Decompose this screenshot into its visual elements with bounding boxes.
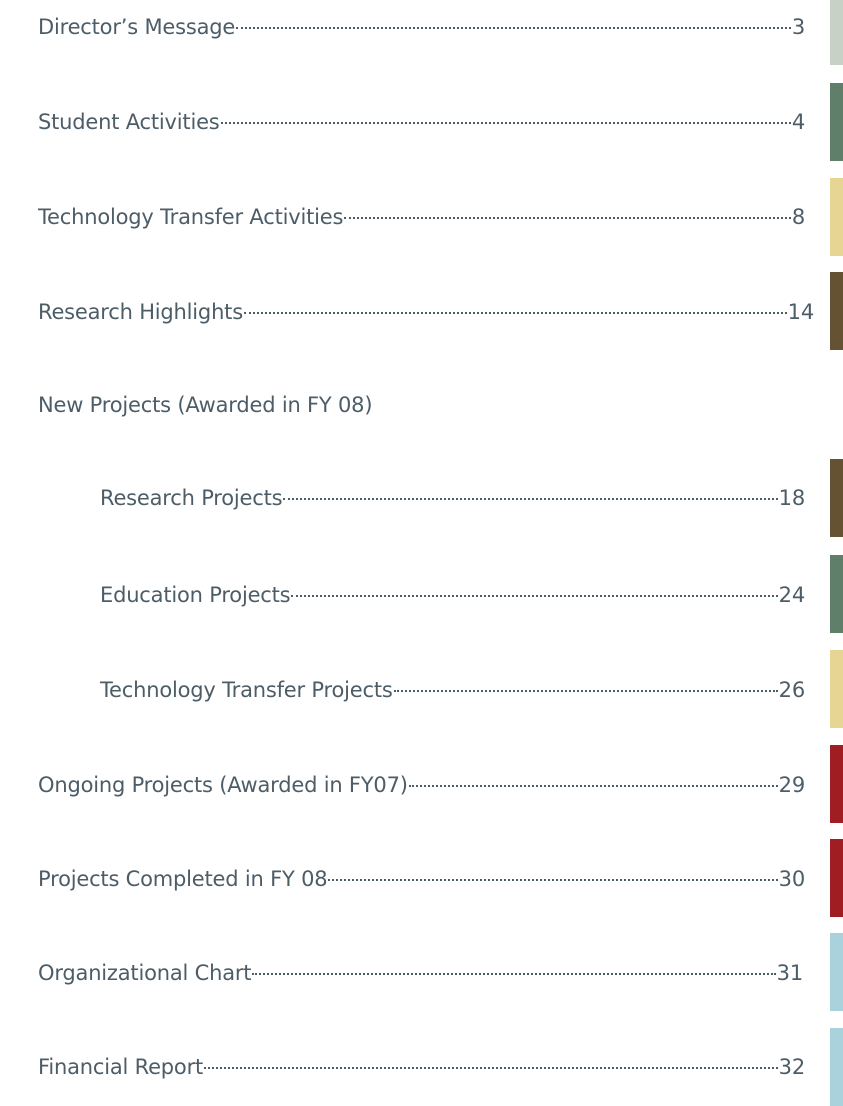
toc-entry[interactable]: Ongoing Projects (Awarded in FY07) 29 <box>38 765 805 805</box>
toc-entry[interactable]: Organizational Chart 31 <box>38 953 803 993</box>
dot-leader <box>252 973 776 975</box>
toc-row: Organizational Chart 31 <box>0 953 843 993</box>
table-of-contents: Director’s Message 3 Student Activities … <box>0 0 843 1106</box>
dot-leader <box>243 312 787 314</box>
entry-title: Research Projects <box>100 486 283 510</box>
page-number: 14 <box>787 300 815 324</box>
entry-title: Ongoing Projects (Awarded in FY07) <box>38 773 408 797</box>
page-number: 3 <box>791 15 805 39</box>
page-number: 8 <box>791 205 805 229</box>
toc-row: Education Projects 24 <box>0 575 843 615</box>
toc-row: Projects Completed in FY 08 30 <box>0 859 843 899</box>
section-tab-marker <box>830 933 843 1011</box>
toc-row: Research Highlights 14 <box>0 292 843 332</box>
toc-row: Technology Transfer Projects 26 <box>0 670 843 710</box>
entry-title: Student Activities <box>38 110 220 134</box>
toc-entry[interactable]: Research Projects 18 <box>100 478 805 518</box>
section-tab-marker <box>830 83 843 161</box>
toc-entry[interactable]: Technology Transfer Projects 26 <box>100 670 805 710</box>
page-number: 31 <box>776 961 804 985</box>
dot-leader <box>236 27 791 29</box>
section-tab-marker <box>830 650 843 728</box>
entry-title: Director’s Message <box>38 15 236 39</box>
page-number: 30 <box>778 867 806 891</box>
toc-row: Technology Transfer Activities 8 <box>0 197 843 237</box>
entry-title: Projects Completed in FY 08 <box>38 867 328 891</box>
toc-row: New Projects (Awarded in FY 08) <box>0 385 843 425</box>
section-tab-marker <box>830 272 843 350</box>
entry-title: Organizational Chart <box>38 961 252 985</box>
dot-leader <box>220 122 791 124</box>
page-number: 24 <box>778 583 806 607</box>
section-tab-marker <box>830 178 843 256</box>
dot-leader <box>204 1067 778 1069</box>
entry-title: Financial Report <box>38 1055 204 1079</box>
dot-leader <box>328 879 778 881</box>
page-number: 29 <box>778 773 806 797</box>
dot-leader <box>283 498 778 500</box>
entry-title: Research Highlights <box>38 300 243 324</box>
toc-entry[interactable]: Education Projects 24 <box>100 575 805 615</box>
toc-entry[interactable]: Director’s Message 3 <box>38 7 805 47</box>
toc-entry[interactable]: Financial Report 32 <box>38 1047 805 1087</box>
section-tab-marker <box>830 745 843 823</box>
entry-title: Technology Transfer Activities <box>38 205 344 229</box>
dot-leader <box>393 690 778 692</box>
dot-leader <box>291 595 778 597</box>
dot-leader <box>344 217 791 219</box>
toc-entry[interactable]: Projects Completed in FY 08 30 <box>38 859 805 899</box>
entry-title: New Projects (Awarded in FY 08) <box>38 393 373 417</box>
section-tab-marker <box>830 555 843 633</box>
toc-section-heading: New Projects (Awarded in FY 08) <box>38 385 538 425</box>
toc-row: Ongoing Projects (Awarded in FY07) 29 <box>0 765 843 805</box>
toc-entry[interactable]: Student Activities 4 <box>38 102 805 142</box>
section-tab-marker <box>830 459 843 537</box>
toc-row: Financial Report 32 <box>0 1047 843 1087</box>
toc-row: Student Activities 4 <box>0 102 843 142</box>
page-number: 18 <box>778 486 806 510</box>
entry-title: Education Projects <box>100 583 291 607</box>
section-tab-marker <box>830 839 843 917</box>
toc-row: Director’s Message 3 <box>0 7 843 47</box>
toc-entry[interactable]: Research Highlights 14 <box>38 292 814 332</box>
page-number: 4 <box>791 110 805 134</box>
toc-entry[interactable]: Technology Transfer Activities 8 <box>38 197 805 237</box>
page-number: 26 <box>778 678 806 702</box>
section-tab-marker <box>830 1028 843 1106</box>
toc-row: Research Projects 18 <box>0 478 843 518</box>
entry-title: Technology Transfer Projects <box>100 678 393 702</box>
section-tab-marker <box>830 0 843 65</box>
page-number: 32 <box>778 1055 806 1079</box>
dot-leader <box>408 785 778 787</box>
